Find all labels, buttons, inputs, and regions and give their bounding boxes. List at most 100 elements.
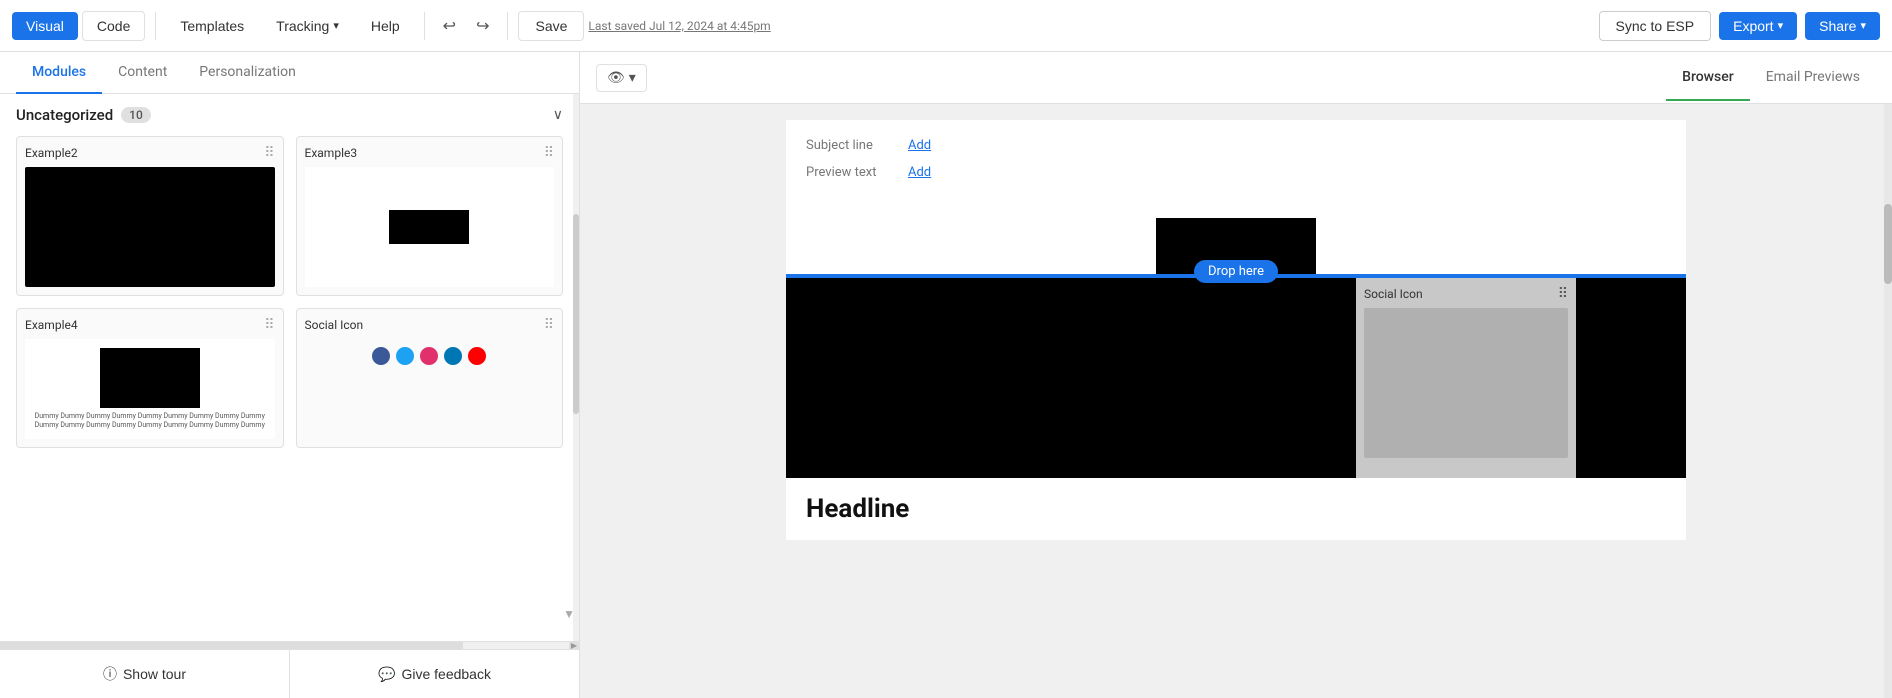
horiz-scroll-bar: ▶ [0, 641, 579, 649]
tracking-button[interactable]: Tracking [262, 12, 353, 40]
give-feedback-button[interactable]: 💬 Give feedback [290, 650, 579, 698]
view-toggle[interactable]: 👁 ▾ [596, 64, 647, 92]
example4-image [100, 348, 200, 408]
divider-1 [155, 12, 156, 40]
module-preview-example3 [305, 167, 555, 287]
module-grid: Example2 ⠿ Example3 ⠿ [16, 136, 563, 448]
example3-black-rect [389, 210, 469, 244]
caret-down-icon: ▾ [629, 70, 636, 86]
social-module-drag-icon[interactable]: ⠿ [1558, 286, 1568, 302]
social-module-name: Social Icon [1364, 287, 1423, 301]
module-card-header-social: Social Icon ⠿ [305, 317, 555, 333]
divider-2 [424, 12, 425, 40]
show-tour-button[interactable]: ⓘ Show tour [0, 650, 290, 698]
share-button[interactable]: Share [1805, 12, 1880, 40]
category-count: 10 [121, 107, 151, 123]
redo-button[interactable]: ↪ [468, 10, 497, 42]
right-tabs: Browser Email Previews [1666, 55, 1876, 100]
tab-personalization[interactable]: Personalization [183, 52, 312, 94]
scroll-down-arrow[interactable]: ▼ [563, 607, 575, 621]
preview-text-add[interactable]: Add [908, 165, 931, 180]
module-name-example4: Example4 [25, 318, 78, 332]
module-card-example4[interactable]: Example4 ⠿ Dummy Dummy Dummy Dummy Dummy… [16, 308, 284, 448]
preview-text-row: Preview text Add [806, 159, 1666, 186]
divider-3 [507, 12, 508, 40]
scroll-thumb[interactable] [573, 214, 579, 414]
module-name-example2: Example2 [25, 146, 78, 160]
give-feedback-label: Give feedback [401, 666, 491, 682]
subject-line-add[interactable]: Add [908, 138, 931, 153]
module-card-header-4: Example4 ⠿ [25, 317, 275, 333]
subject-line-row: Subject line Add [806, 132, 1666, 159]
preview-text-label: Preview text [806, 165, 896, 180]
left-panel: Modules Content Personalization Uncatego… [0, 52, 580, 698]
email-black-left [786, 278, 1356, 478]
email-social-module[interactable]: Social Icon ⠿ [1356, 278, 1576, 478]
module-drag-example4[interactable]: ⠿ [264, 317, 274, 333]
social-module-header: Social Icon ⠿ [1364, 286, 1568, 302]
category-title: Uncategorized 10 [16, 106, 151, 124]
linkedin-icon [444, 347, 462, 365]
module-card-example2[interactable]: Example2 ⠿ [16, 136, 284, 296]
right-panel: 👁 ▾ Browser Email Previews Subject line … [580, 52, 1892, 698]
help-button[interactable]: Help [357, 12, 414, 40]
main-layout: Modules Content Personalization Uncatego… [0, 52, 1892, 698]
module-card-header-3: Example3 ⠿ [305, 145, 555, 161]
email-content-row: Social Icon ⠿ [786, 278, 1686, 478]
module-card-header: Example2 ⠿ [25, 145, 275, 161]
templates-button[interactable]: Templates [166, 12, 258, 40]
save-button[interactable]: Save [518, 11, 584, 41]
toolbar-left: Visual Code Templates Tracking Help ↩ ↪ … [12, 10, 771, 42]
headline-text: Headline [806, 494, 1666, 524]
tab-browser[interactable]: Browser [1666, 55, 1750, 101]
module-drag-example2[interactable]: ⠿ [264, 145, 274, 161]
tour-icon: ⓘ [103, 664, 117, 684]
module-drag-social[interactable]: ⠿ [544, 317, 554, 333]
module-preview-example2 [25, 167, 275, 287]
left-tabs: Modules Content Personalization [0, 52, 579, 94]
module-name-example3: Example3 [305, 146, 358, 160]
email-scrollbar-thumb[interactable] [1884, 204, 1892, 284]
horiz-scroll-right[interactable]: ▶ [569, 642, 579, 649]
module-card-example3[interactable]: Example3 ⠿ [296, 136, 564, 296]
tab-modules[interactable]: Modules [16, 52, 102, 94]
email-black-right [1576, 278, 1686, 478]
category-header: Uncategorized 10 ∨ [16, 106, 563, 124]
email-scrollbar [1884, 104, 1892, 698]
modules-area: Uncategorized 10 ∨ Example2 ⠿ Ex [0, 94, 579, 641]
show-tour-label: Show tour [123, 666, 186, 682]
social-module-preview [1364, 308, 1568, 458]
bottom-buttons: ⓘ Show tour 💬 Give feedback [0, 649, 579, 698]
instagram-icon [420, 347, 438, 365]
horiz-scroll-thumb[interactable] [0, 642, 463, 649]
category-name: Uncategorized [16, 106, 113, 124]
module-name-social: Social Icon [305, 318, 364, 332]
category-toggle[interactable]: ∨ [553, 107, 563, 123]
drop-here-badge: Drop here [1194, 260, 1278, 283]
right-top-bar: 👁 ▾ Browser Email Previews [580, 52, 1892, 104]
undo-button[interactable]: ↩ [435, 10, 464, 42]
module-drag-example3[interactable]: ⠿ [544, 145, 554, 161]
sync-esp-button[interactable]: Sync to ESP [1599, 11, 1712, 41]
tab-email-previews[interactable]: Email Previews [1750, 55, 1876, 101]
facebook-icon [372, 347, 390, 365]
scroll-bar [573, 94, 579, 641]
toolbar: Visual Code Templates Tracking Help ↩ ↪ … [0, 0, 1892, 52]
module-preview-example4: Dummy Dummy Dummy Dummy Dummy Dummy Dumm… [25, 339, 275, 439]
social-icons-preview [305, 339, 555, 373]
visual-button[interactable]: Visual [12, 12, 78, 40]
feedback-icon: 💬 [378, 666, 395, 683]
subject-line-label: Subject line [806, 138, 896, 153]
toolbar-right: Sync to ESP Export Share [1599, 11, 1880, 41]
tab-content[interactable]: Content [102, 52, 183, 94]
example4-text: Dummy Dummy Dummy Dummy Dummy Dummy Dumm… [35, 412, 265, 430]
youtube-icon [468, 347, 486, 365]
module-card-social[interactable]: Social Icon ⠿ [296, 308, 564, 448]
code-button[interactable]: Code [82, 11, 145, 41]
export-button[interactable]: Export [1719, 12, 1797, 40]
email-area: Subject line Add Preview text Add Drop h… [580, 104, 1892, 698]
email-canvas: Drop here Social Icon ⠿ [786, 198, 1686, 540]
email-meta: Subject line Add Preview text Add [786, 120, 1686, 198]
headline-area: Headline [786, 478, 1686, 540]
twitter-icon [396, 347, 414, 365]
